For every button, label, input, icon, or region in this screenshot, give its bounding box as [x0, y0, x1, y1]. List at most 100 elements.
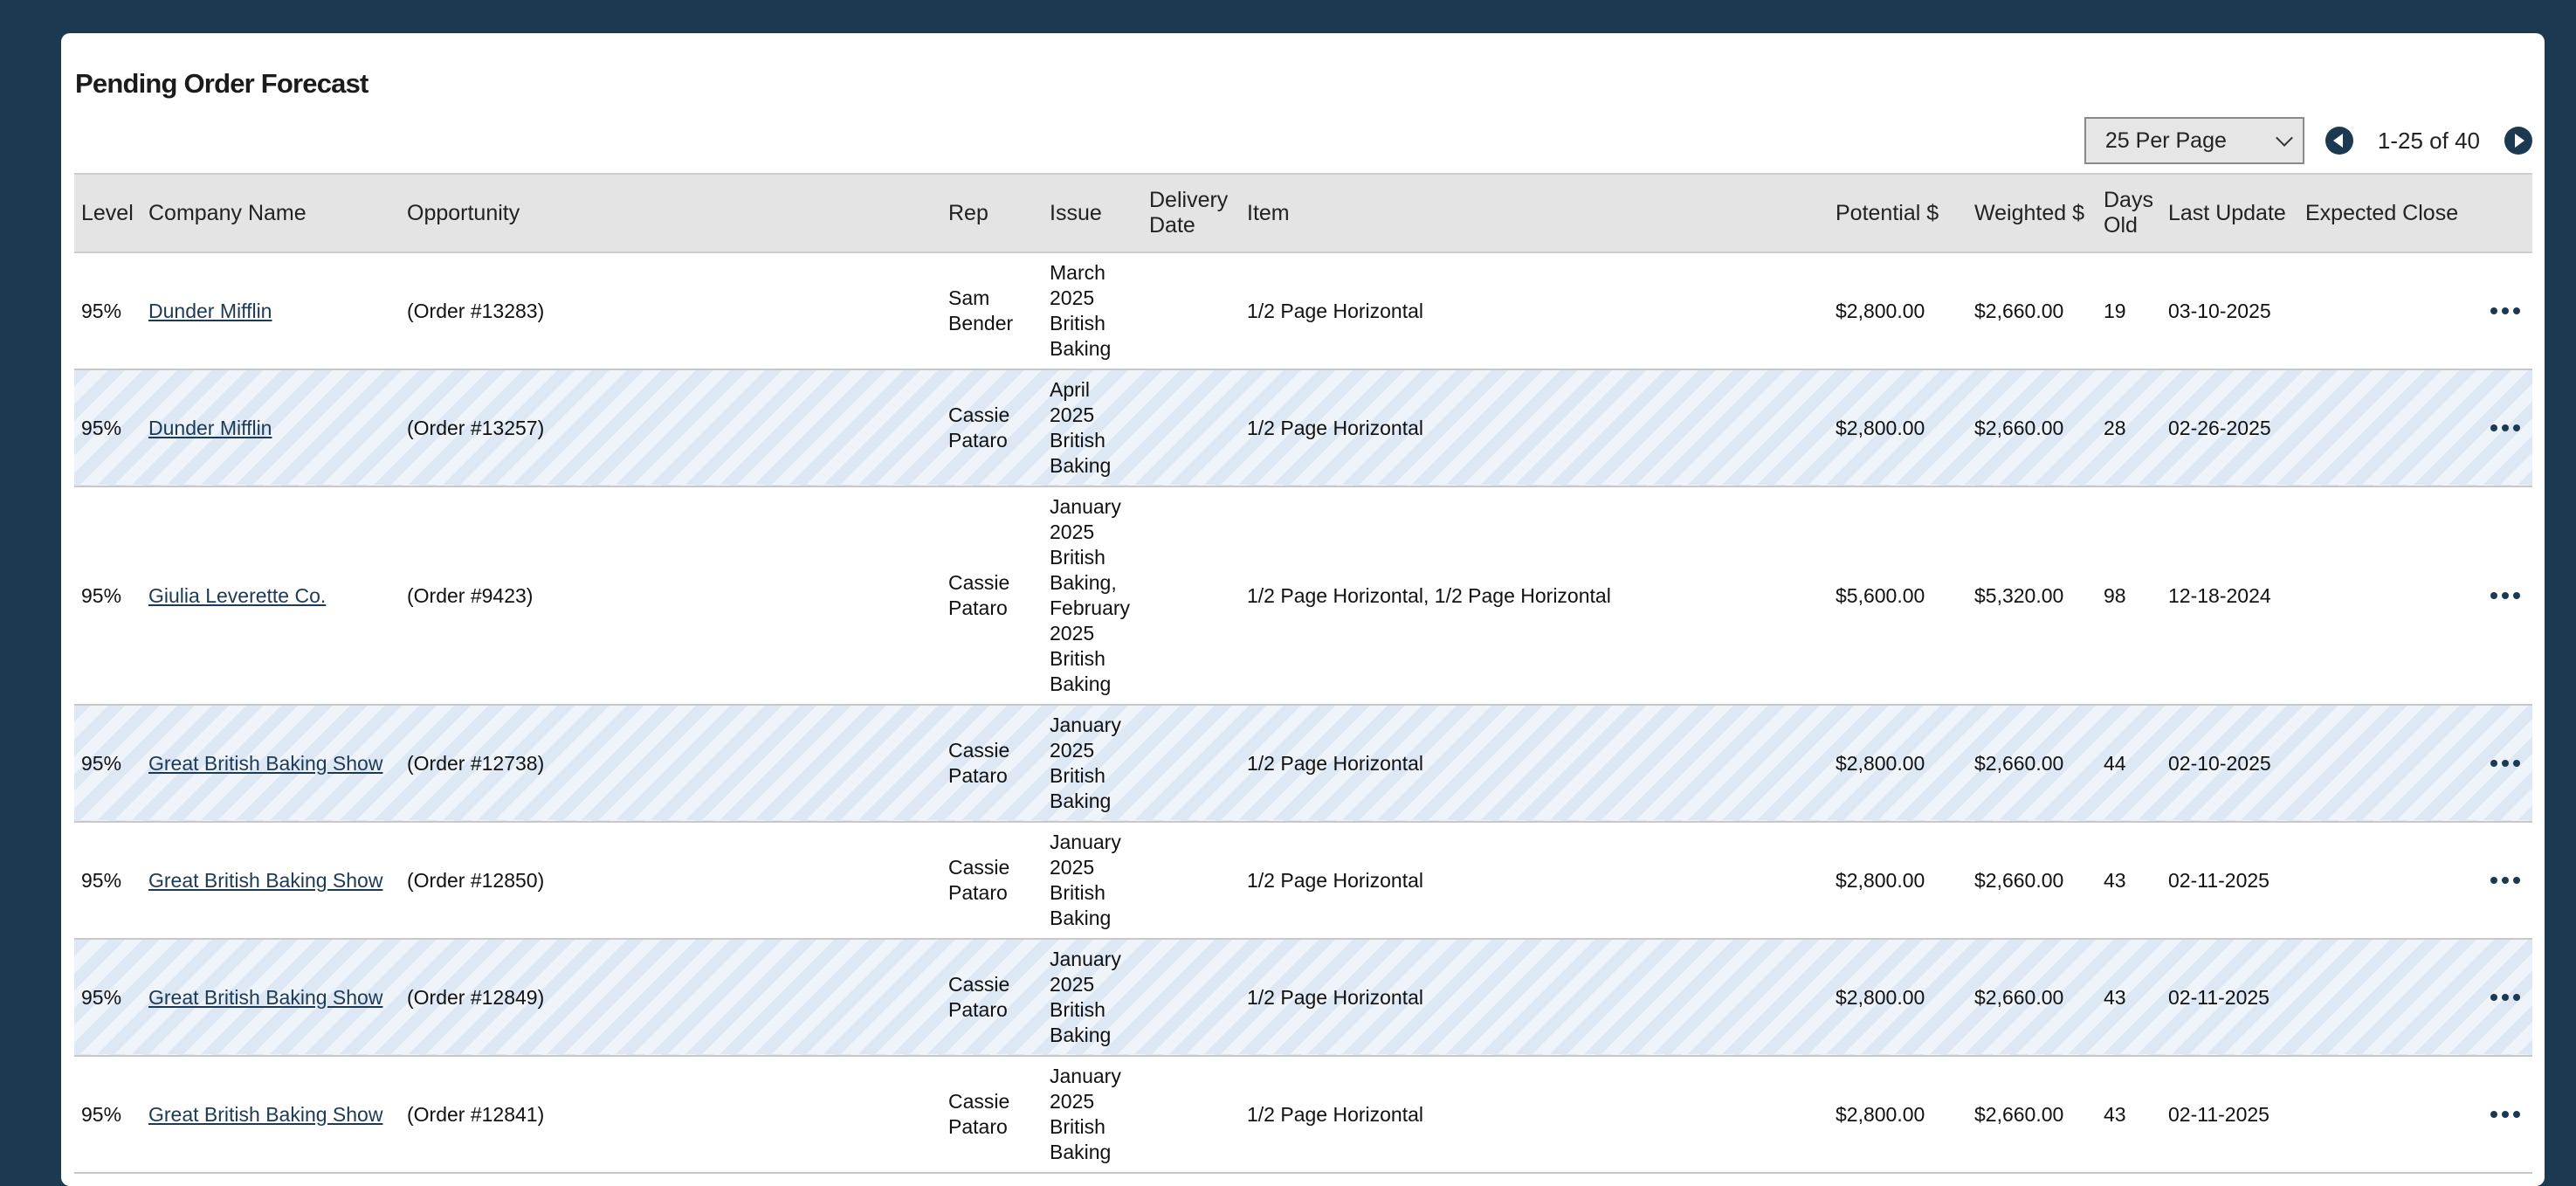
item-cell-text: 1/2 Page Horizontal	[1247, 985, 1424, 1009]
more-horizontal-icon[interactable]	[2480, 760, 2525, 767]
col-delivery-date[interactable]: Delivery Date	[1142, 174, 1240, 252]
expected-close-cell	[2298, 486, 2473, 705]
issue-line: British	[1050, 764, 1105, 787]
next-page-button[interactable]	[2504, 127, 2532, 155]
issue-line: 2025	[1050, 1090, 1095, 1113]
days-old-cell: 44	[2097, 705, 2161, 822]
table-row[interactable]: 95% Great British Baking Show (Order #1284…	[74, 939, 2532, 1056]
opportunity-cell-text: (Order #12849)	[407, 985, 545, 1009]
delivery-date-cell	[1142, 252, 1240, 369]
level-cell-text: 95%	[81, 868, 122, 892]
table-row[interactable]: 95% Dunder Mifflin (Order #13283) Sam Bende…	[74, 252, 2532, 369]
last-update-cell-text: 12-18-2024	[2168, 583, 2271, 607]
company-link[interactable]: Great British Baking Show	[141, 822, 400, 939]
potential-cell: $2,800.00	[1829, 252, 1967, 369]
level-cell-text: 95%	[81, 985, 122, 1009]
expected-close-cell	[2298, 822, 2473, 939]
table-row[interactable]: 95% Great British Baking Show (Order #1285…	[74, 822, 2532, 939]
item-cell-text: 1/2 Page Horizontal	[1247, 868, 1424, 892]
last-update-cell-text: 02-10-2025	[2168, 751, 2271, 775]
potential-cell-text: $2,800.00	[1836, 1102, 1925, 1126]
col-issue[interactable]: Issue	[1043, 174, 1142, 252]
level-cell: 95%	[74, 939, 141, 1056]
days-old-cell-text: 44	[2104, 751, 2126, 775]
table-row[interactable]: 95% Dunder Mifflin (Order #13257) Cassie Pa…	[74, 369, 2532, 486]
row-actions-cell	[2473, 369, 2532, 486]
level-cell-text: 95%	[81, 299, 122, 322]
per-page-select[interactable]: 25 Per Page	[2084, 117, 2304, 164]
col-days-old[interactable]: Days Old	[2097, 174, 2161, 252]
potential-cell: $2,800.00	[1829, 705, 1967, 822]
level-cell: 95%	[74, 1056, 141, 1173]
rep-cell: Cassie Pataro	[941, 939, 1043, 1056]
issue-line: Baking	[1050, 790, 1112, 812]
col-last-update[interactable]: Last Update	[2161, 174, 2298, 252]
col-rep[interactable]: Rep	[941, 174, 1043, 252]
col-potential[interactable]: Potential $	[1829, 174, 1967, 252]
company-link[interactable]: Great British Baking Show	[141, 705, 400, 822]
more-horizontal-icon[interactable]	[2480, 424, 2525, 431]
last-update-cell: 02-11-2025	[2161, 939, 2298, 1056]
dot	[2513, 994, 2520, 1001]
company-link-text[interactable]: Great British Baking Show	[148, 986, 382, 1009]
issue-cell: March 2025 British Baking	[1043, 252, 1142, 369]
row-actions-cell	[2473, 1056, 2532, 1173]
opportunity-cell-text: (Order #13283)	[407, 299, 545, 322]
company-link-text[interactable]: Dunder Mifflin	[148, 300, 272, 322]
issue-line: Baking	[1050, 1024, 1112, 1046]
weighted-cell-text: $2,660.00	[1974, 751, 2064, 775]
potential-cell-text: $2,800.00	[1836, 416, 1925, 439]
table-row[interactable]: 95% Great British Baking Show (Order #1284…	[74, 1056, 2532, 1173]
dot	[2513, 760, 2520, 767]
table-row[interactable]: 95% Great British Baking Show (Order #1273…	[74, 705, 2532, 822]
more-horizontal-icon[interactable]	[2480, 307, 2525, 314]
company-link[interactable]: Dunder Mifflin	[141, 252, 400, 369]
delivery-date-cell	[1142, 705, 1240, 822]
level-cell: 95%	[74, 252, 141, 369]
company-link[interactable]: Dunder Mifflin	[141, 369, 400, 486]
delivery-date-cell	[1142, 486, 1240, 705]
col-item[interactable]: Item	[1240, 174, 1829, 252]
days-old-cell-text: 43	[2104, 868, 2126, 892]
more-horizontal-icon[interactable]	[2480, 592, 2525, 599]
company-link[interactable]: Giulia Leverette Co.	[141, 486, 400, 705]
more-horizontal-icon[interactable]	[2480, 1111, 2525, 1118]
col-company-name[interactable]: Company Name	[141, 174, 400, 252]
more-horizontal-icon[interactable]	[2480, 994, 2525, 1001]
col-weighted[interactable]: Weighted $	[1967, 174, 2097, 252]
rep-cell-text: Cassie Pataro	[948, 1090, 1010, 1138]
col-level[interactable]: Level	[74, 174, 141, 252]
dot	[2490, 307, 2497, 314]
issue-line: January	[1050, 831, 1121, 853]
col-actions	[2473, 174, 2532, 252]
company-link-text[interactable]: Great British Baking Show	[148, 1103, 382, 1126]
col-expected-close[interactable]: Expected Close	[2298, 174, 2473, 252]
more-horizontal-icon[interactable]	[2480, 877, 2525, 884]
table-row[interactable]: 95% Giulia Leverette Co. (Order #9423) Cass…	[74, 486, 2532, 705]
opportunity-cell-text: (Order #12850)	[407, 868, 545, 892]
weighted-cell-text: $2,660.00	[1974, 1102, 2064, 1126]
dot	[2502, 760, 2509, 767]
issue-line: British	[1050, 312, 1105, 334]
item-cell: 1/2 Page Horizontal	[1240, 822, 1829, 939]
company-link-text[interactable]: Great British Baking Show	[148, 869, 382, 892]
company-link[interactable]: Great British Baking Show	[141, 1056, 400, 1173]
rep-cell-text: Cassie Pataro	[948, 739, 1010, 787]
company-link-text[interactable]: Giulia Leverette Co.	[148, 584, 326, 607]
company-link-text[interactable]: Dunder Mifflin	[148, 417, 272, 439]
company-link[interactable]: Great British Baking Show	[141, 939, 400, 1056]
col-opportunity[interactable]: Opportunity	[400, 174, 941, 252]
rep-cell: Cassie Pataro	[941, 1056, 1043, 1173]
item-cell-text: 1/2 Page Horizontal	[1247, 299, 1424, 322]
opportunity-cell: (Order #12849)	[400, 939, 941, 1056]
rep-cell: Cassie Pataro	[941, 705, 1043, 822]
days-old-cell-text: 43	[2104, 1102, 2126, 1126]
prev-page-button[interactable]	[2325, 127, 2353, 155]
dot	[2513, 877, 2520, 884]
per-page-value: 25 Per Page	[2104, 128, 2227, 153]
company-link-text[interactable]: Great British Baking Show	[148, 752, 382, 775]
issue-line: Baking	[1050, 337, 1112, 360]
issue-line: Baking	[1050, 907, 1112, 929]
left-sidebar-edge	[0, 0, 14, 1163]
potential-cell: $2,800.00	[1829, 1056, 1967, 1173]
